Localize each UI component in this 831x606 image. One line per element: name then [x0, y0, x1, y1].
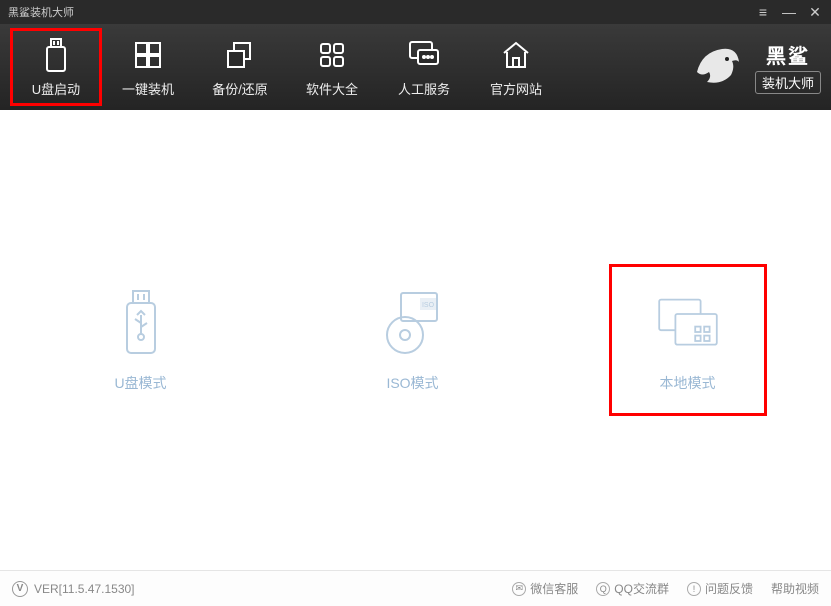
mode-label: ISO模式	[386, 373, 438, 393]
iso-mode-icon: ISO	[377, 287, 449, 359]
mode-label: 本地模式	[660, 373, 716, 393]
footer-help-video[interactable]: 帮助视频	[771, 580, 819, 597]
version-text: VER[11.5.47.1530]	[34, 582, 135, 596]
nav-label: 一键装机	[122, 79, 174, 98]
feedback-icon: !	[687, 582, 701, 596]
nav-website[interactable]: 官方网站	[470, 28, 562, 106]
qq-icon: Q	[596, 582, 610, 596]
footer-link-label: 问题反馈	[705, 580, 753, 597]
nav-label: 人工服务	[398, 79, 450, 98]
usb-icon	[38, 37, 74, 73]
brand-name: 黑鲨	[766, 40, 810, 69]
nav-support[interactable]: 人工服务	[378, 28, 470, 106]
menu-button[interactable]: ≡	[755, 4, 771, 21]
nav-usb-boot[interactable]: U盘启动	[10, 28, 102, 106]
chat-icon	[406, 37, 442, 73]
footer-wechat[interactable]: ✉ 微信客服	[512, 580, 578, 597]
header: U盘启动 一键装机 备份/还原	[0, 24, 831, 110]
nav-label: 备份/还原	[212, 79, 268, 98]
mode-usb[interactable]: U盘模式	[65, 267, 217, 413]
mode-local[interactable]: 本地模式	[609, 264, 767, 416]
version-icon: V	[12, 581, 28, 597]
nav-one-click-install[interactable]: 一键装机	[102, 28, 194, 106]
footer-link-label: 帮助视频	[771, 580, 819, 597]
nav-backup-restore[interactable]: 备份/还原	[194, 28, 286, 106]
footer-link-label: QQ交流群	[614, 580, 669, 597]
content-area: U盘模式 ISO ISO模式 本地模式	[0, 110, 831, 570]
apps-icon	[314, 37, 350, 73]
minimize-button[interactable]: —	[781, 4, 797, 21]
window-controls: ≡ — ✕	[755, 4, 823, 21]
nav-software[interactable]: 软件大全	[286, 28, 378, 106]
brand-subtitle: 装机大师	[755, 71, 821, 94]
home-icon	[498, 37, 534, 73]
nav-items: U盘启动 一键装机 备份/还原	[10, 28, 562, 106]
footer-version: V VER[11.5.47.1530]	[12, 581, 135, 597]
brand: 黑鲨 装机大师	[687, 37, 821, 97]
mode-label: U盘模式	[114, 373, 166, 393]
windows-icon	[130, 37, 166, 73]
footer-link-label: 微信客服	[530, 580, 578, 597]
footer-feedback[interactable]: ! 问题反馈	[687, 580, 753, 597]
footer: V VER[11.5.47.1530] ✉ 微信客服 Q QQ交流群 ! 问题反…	[0, 570, 831, 606]
mode-iso[interactable]: ISO ISO模式	[337, 267, 489, 413]
app-title: 黑鲨装机大师	[8, 4, 755, 20]
nav-label: 软件大全	[306, 79, 358, 98]
copy-icon	[222, 37, 258, 73]
titlebar: 黑鲨装机大师 ≡ — ✕	[0, 0, 831, 24]
shark-logo-icon	[687, 37, 747, 97]
local-mode-icon	[652, 287, 724, 359]
svg-text:ISO: ISO	[421, 302, 434, 309]
close-button[interactable]: ✕	[807, 4, 823, 21]
footer-qq[interactable]: Q QQ交流群	[596, 580, 669, 597]
nav-label: U盘启动	[32, 79, 80, 98]
usb-mode-icon	[105, 287, 177, 359]
wechat-icon: ✉	[512, 582, 526, 596]
nav-label: 官方网站	[490, 79, 542, 98]
